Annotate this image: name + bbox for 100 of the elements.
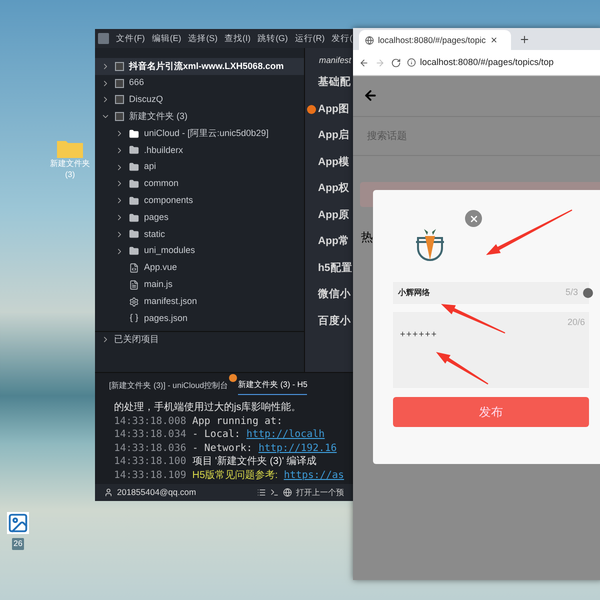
settings-section-label[interactable]: App启	[318, 128, 350, 144]
back-icon[interactable]	[359, 58, 369, 68]
log-link[interactable]: http://192.16	[258, 440, 337, 456]
settings-file-icon	[129, 296, 139, 307]
folder-icon	[129, 145, 139, 156]
address-text: localhost:8080/#/pages/topics/top	[420, 56, 554, 69]
tree-item-label: .hbuilderx	[144, 144, 184, 157]
menu-item[interactable]: 运行(R)	[294, 32, 325, 45]
menu-item[interactable]: 选择(S)	[188, 32, 218, 45]
file-icon	[129, 262, 139, 273]
tree-item-label: main.js	[144, 278, 173, 291]
content-textarea[interactable]: 20/6 ++++++	[393, 312, 589, 388]
brackets-file-icon	[129, 313, 139, 324]
desktop-image-file[interactable]: 26	[7, 512, 29, 550]
tree-item-label: uniCloud - [阿里云:unic5d0b29]	[144, 126, 269, 140]
log-text: - Network:	[192, 442, 252, 456]
status-action[interactable]: 打开上一个预	[296, 486, 344, 498]
chevron-icon	[101, 334, 110, 344]
tree-item[interactable]: static	[95, 226, 304, 243]
character-counter: 20/6	[567, 316, 585, 329]
console-tab[interactable]: 新建文件夹 (3) - H5	[238, 379, 308, 395]
image-file-icon	[7, 512, 29, 534]
log-text: - Local:	[192, 428, 240, 442]
folder-icon	[129, 178, 139, 189]
address-bar[interactable]: localhost:8080/#/pages/topics/top	[407, 56, 597, 70]
menu-item[interactable]: 查找(I)	[224, 32, 251, 45]
input-value: 小辉网络	[398, 287, 430, 299]
close-icon	[468, 214, 478, 224]
tree-item[interactable]: uniCloud - [阿里云:unic5d0b29]	[95, 125, 304, 142]
settings-section-label[interactable]: App模	[318, 154, 350, 171]
tree-item[interactable]: pages.json	[95, 310, 304, 327]
tree-item[interactable]: .hbuilderx	[95, 142, 304, 159]
console-tab[interactable]: [新建文件夹 (3)] - uniCloud控制台	[109, 380, 228, 395]
account-email[interactable]: 201855404@qq.com	[117, 486, 196, 499]
browser-tab[interactable]: localhost:8080/#/pages/topic	[359, 30, 511, 50]
tree-item[interactable]: pages	[95, 209, 304, 226]
tab-title: localhost:8080/#/pages/topic	[378, 34, 486, 46]
log-timestamp: 14:33:18.036	[114, 442, 186, 456]
tree-item[interactable]: manifest.json	[95, 293, 304, 310]
folder-icon	[129, 229, 139, 240]
settings-section-label[interactable]: App原	[318, 208, 350, 224]
tree-item[interactable]: 新建文件夹 (3)	[95, 108, 304, 126]
closed-projects-label[interactable]: 已关闭项目	[114, 332, 159, 346]
menu-item[interactable]: 发行(	[332, 32, 353, 45]
clear-icon[interactable]	[583, 288, 593, 298]
globe-icon	[365, 36, 374, 44]
tree-item-label: 666	[129, 76, 144, 90]
log-link[interactable]: http://localh	[246, 427, 325, 442]
desktop-icon-label: 新建文件夹 (3)	[49, 158, 91, 180]
tree-item[interactable]: main.js	[95, 276, 304, 294]
globe-icon[interactable]	[283, 488, 292, 497]
menu-item[interactable]: 跳转(G)	[258, 32, 288, 45]
tree-item-label: DiscuzQ	[129, 93, 164, 106]
tree-item-label: components	[144, 194, 194, 208]
tree-item[interactable]: 抖音名片引流xml-www.LXH5068.com	[95, 58, 304, 75]
editor-tab[interactable]: manifest	[307, 50, 353, 70]
section-title: 热	[361, 229, 373, 246]
folder-icon	[57, 138, 83, 158]
tree-item[interactable]: api	[95, 158, 304, 176]
log-timestamp: 14:33:18.100	[114, 455, 186, 469]
log-timestamp: 14:33:18.034	[114, 428, 186, 442]
folder-icon	[129, 246, 139, 256]
tree-item[interactable]: common	[95, 176, 304, 192]
menu-item[interactable]: 文件(F)	[116, 32, 145, 45]
tree-item-label: 抖音名片引流xml-www.LXH5068.com	[129, 60, 284, 73]
tree-item[interactable]: 666	[95, 74, 304, 92]
new-tab-icon[interactable]	[519, 34, 530, 45]
tree-item-label: common	[144, 177, 179, 190]
log-link[interactable]: https://as	[284, 468, 344, 482]
annotation-arrow	[436, 352, 488, 384]
log-text: 的处理，手机端使用过大的js库影响性能。	[114, 400, 302, 415]
tree-item[interactable]: App.vue	[95, 260, 304, 276]
log-text: App running at:	[192, 414, 283, 428]
tree-item[interactable]: DiscuzQ	[95, 92, 304, 108]
log-text: 项目 '新建文件夹 (3)' 编译成	[192, 454, 317, 469]
log-timestamp: 14:33:18.008	[114, 414, 186, 428]
textarea-value: ++++++	[400, 328, 438, 341]
reload-icon[interactable]	[391, 58, 401, 68]
list-icon[interactable]	[257, 488, 266, 497]
close-button[interactable]	[465, 210, 482, 227]
folder-icon	[129, 196, 139, 206]
character-counter: 5/3	[565, 286, 578, 300]
tree-item-label: 新建文件夹 (3)	[129, 110, 188, 124]
settings-section-label[interactable]: 百度小	[318, 314, 351, 330]
settings-section-label[interactable]: App权	[318, 181, 350, 198]
log-timestamp: 14:33:18.109	[114, 468, 186, 482]
settings-section-label[interactable]: h5配置	[318, 260, 352, 277]
close-icon[interactable]	[490, 36, 498, 44]
tree-item[interactable]: uni_modules	[95, 242, 304, 260]
desktop-icon-label: 26	[12, 538, 24, 550]
tree-item[interactable]: components	[95, 192, 304, 210]
tree-item-label: pages	[144, 210, 169, 224]
settings-section-label[interactable]: App常	[318, 234, 350, 250]
terminal-icon[interactable]	[270, 488, 279, 497]
settings-section-label[interactable]: 微信小	[318, 287, 351, 304]
menu-item[interactable]: 编辑(E)	[152, 32, 182, 45]
settings-section-label[interactable]: App图	[318, 102, 350, 118]
user-icon	[104, 488, 113, 497]
tree-item-label: pages.json	[144, 312, 188, 325]
settings-section-label[interactable]: 基础配	[318, 75, 351, 92]
